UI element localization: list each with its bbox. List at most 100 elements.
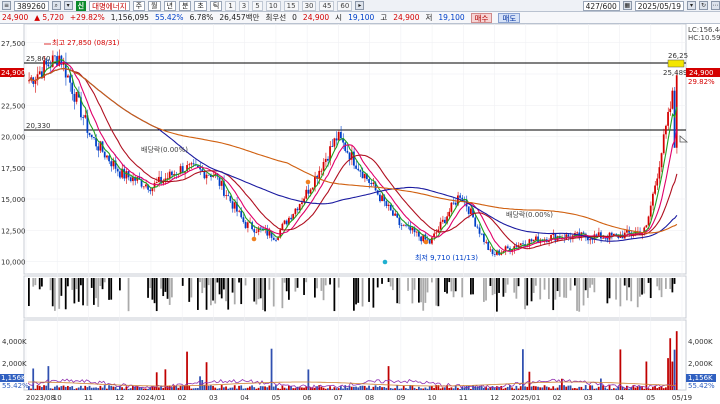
candle-body — [420, 236, 422, 242]
candle-body — [398, 217, 401, 226]
dropdown-icon[interactable]: ▾ — [63, 1, 73, 10]
candle-body — [671, 90, 674, 109]
indicator-bar — [329, 278, 331, 285]
y-tick-label: 15,000 — [1, 196, 26, 204]
minute-45-button[interactable]: 45 — [319, 0, 335, 11]
volume-bar — [459, 388, 461, 390]
candle-body — [459, 195, 461, 198]
minute-60-button[interactable]: 60 — [337, 0, 353, 11]
count-value: 427 — [585, 1, 600, 11]
volume-bar — [58, 387, 61, 390]
data-count-field[interactable]: 427/600 — [582, 0, 620, 11]
indicator-bar — [214, 278, 217, 304]
volume-bar — [303, 387, 305, 390]
date-input[interactable]: 2025/05/19 — [634, 0, 684, 11]
minute-3-button[interactable]: 3 — [238, 0, 250, 11]
refresh-icon[interactable]: ↻ — [699, 1, 708, 10]
x-tick-label: 04 — [615, 394, 624, 402]
stock-code-input[interactable]: 389260 — [14, 0, 49, 11]
volume-bar — [407, 388, 409, 390]
volume-bar — [550, 388, 552, 390]
candle-body — [405, 224, 407, 226]
volume-bar — [662, 388, 665, 390]
low-price: 24,900 — [393, 13, 420, 22]
candle-body — [667, 111, 669, 126]
turnover-pct: 55.42% — [154, 13, 184, 22]
volume-bar — [290, 386, 292, 390]
candle-body — [106, 155, 108, 158]
candle-body — [452, 202, 455, 204]
current-price-tag-text: 24,900 — [689, 69, 714, 77]
indicator-bar — [93, 278, 95, 305]
minute-10-button[interactable]: 10 — [265, 0, 281, 11]
sell-button[interactable]: 매도 — [498, 12, 521, 23]
indicator-bar — [41, 278, 43, 287]
search-icon[interactable]: ⌕ — [51, 1, 61, 10]
stock-chart[interactable]: 25,860 20,330 최고 27,850 (08/31) 최저 9,710… — [0, 24, 720, 404]
candle-body — [227, 195, 230, 197]
volume-bar — [398, 388, 401, 390]
volume-bar — [405, 388, 407, 390]
volume-bar — [606, 388, 609, 390]
high-label: 고 — [380, 13, 388, 22]
period-year-button[interactable]: 년 — [163, 0, 176, 11]
volume-bar — [383, 386, 386, 390]
volume-bar — [357, 387, 360, 390]
volume-bar — [38, 385, 41, 390]
indicator-bar — [54, 278, 56, 311]
volume-bar — [457, 387, 459, 390]
candle-body — [335, 138, 338, 141]
candle-body — [275, 239, 277, 241]
volume-bar — [116, 388, 119, 390]
volume-bar — [249, 386, 251, 390]
candle-body — [56, 56, 58, 66]
settings-icon[interactable]: ≡ — [2, 1, 11, 10]
indicator-bar — [643, 278, 646, 294]
minute-1-button[interactable]: 1 — [225, 0, 236, 11]
buy-button[interactable]: 매수 — [470, 12, 493, 23]
candle-body — [203, 170, 206, 179]
volume: 1,156,095 — [110, 13, 149, 22]
price-change-pct: +29.82% — [69, 13, 105, 22]
volume-bar — [645, 361, 648, 390]
candle-body — [188, 164, 191, 166]
current-price: 24,900 — [2, 13, 29, 22]
indicator-bar — [526, 278, 529, 306]
dividend-annotation-1: 배당락(0.00%) — [141, 145, 188, 154]
indicator-bar — [216, 278, 219, 283]
date-picker-icon[interactable]: ▾ — [687, 1, 696, 10]
indicator-bar — [530, 278, 533, 302]
indicator-bar — [257, 278, 260, 300]
period-month-button[interactable]: 월 — [148, 0, 161, 11]
minute-15-button[interactable]: 15 — [283, 0, 299, 11]
volume-bar — [587, 388, 589, 390]
stock-name[interactable]: 대명에너지 — [89, 0, 130, 11]
candle-body — [402, 224, 405, 226]
candle-body — [192, 163, 195, 165]
indicator-bar — [97, 278, 100, 307]
minute-5-button[interactable]: 5 — [252, 0, 263, 11]
candle-body — [290, 217, 292, 220]
options-icon[interactable]: ▸ — [355, 1, 365, 10]
candle-body — [381, 195, 383, 202]
candle-body — [606, 238, 609, 240]
indicator-bar — [558, 278, 561, 297]
period-tick-button[interactable]: 틱 — [209, 0, 223, 11]
indicator-bar — [396, 278, 399, 304]
more-icon[interactable]: ⋯ — [711, 1, 720, 10]
highlight-marker[interactable] — [667, 59, 685, 68]
indicator-bar — [314, 278, 316, 298]
x-tick-label: 08 — [365, 394, 374, 402]
period-week-button[interactable]: 주 — [132, 0, 146, 11]
period-second-button[interactable]: 초 — [194, 0, 207, 11]
volume-bar — [99, 385, 102, 390]
volume-tick-4000-right: 4,000K — [688, 338, 713, 346]
calendar-icon[interactable]: ▦ — [622, 1, 632, 10]
volume-bar — [106, 388, 108, 390]
indicator-bar — [543, 278, 546, 290]
indicator-bar — [305, 278, 308, 283]
volume-bar — [359, 385, 362, 390]
volume-pct-left: 55.42% — [2, 382, 29, 390]
period-minute-button[interactable]: 분 — [178, 0, 192, 11]
minute-30-button[interactable]: 30 — [301, 0, 317, 11]
